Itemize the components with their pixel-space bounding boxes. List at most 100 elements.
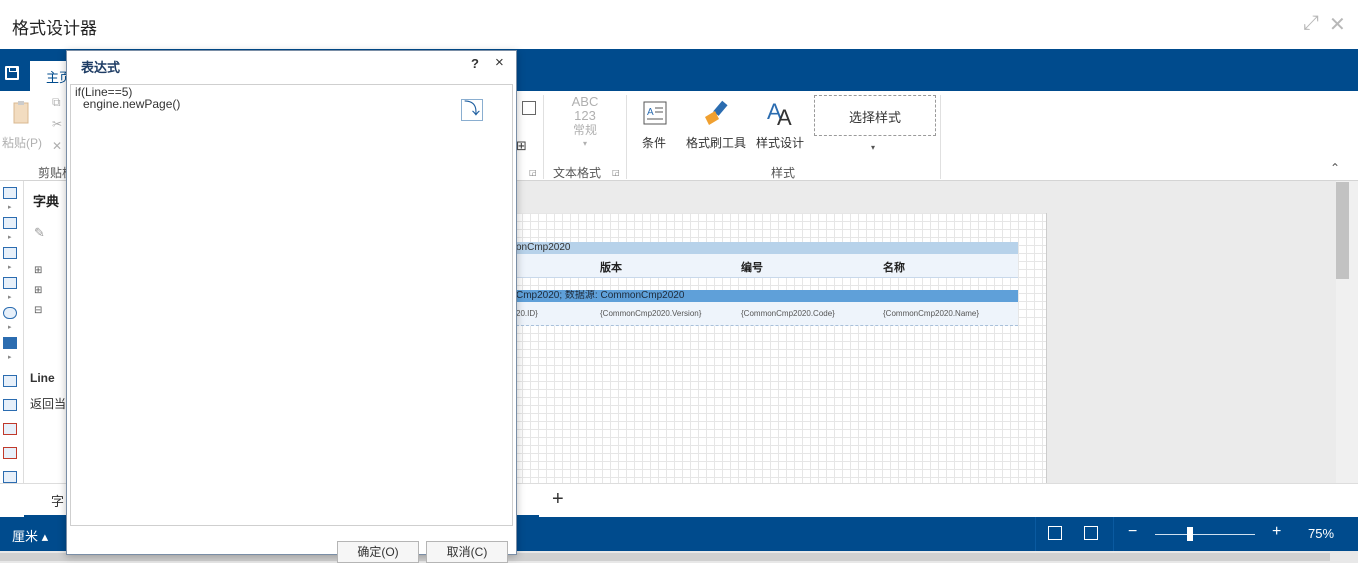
label-icon[interactable] bbox=[3, 447, 17, 459]
collapse-ribbon-icon[interactable]: ⌃ bbox=[1330, 161, 1340, 175]
status-divider bbox=[1035, 517, 1036, 551]
chevron-down-icon[interactable]: ▾ bbox=[871, 143, 875, 152]
paste-label: 粘贴(P) bbox=[2, 136, 42, 150]
ok-button[interactable]: 确定(O) bbox=[337, 541, 419, 563]
svg-text:A: A bbox=[647, 107, 654, 118]
style-design-icon: AA bbox=[767, 99, 792, 130]
group-divider bbox=[626, 95, 627, 179]
header-cell-name[interactable]: 名称 bbox=[883, 259, 905, 275]
group-divider bbox=[940, 95, 941, 179]
delete-icon[interactable]: ✕ bbox=[52, 139, 62, 153]
maximize-icon[interactable]: ⤢ bbox=[1303, 12, 1319, 35]
data-cell-code[interactable]: {CommonCmp2020.Code} bbox=[741, 309, 835, 318]
data-cell-version[interactable]: {CommonCmp2020.Version} bbox=[600, 309, 701, 318]
cancel-button[interactable]: 取消(C) bbox=[426, 541, 508, 563]
save-icon[interactable] bbox=[5, 66, 19, 80]
edit-icon[interactable]: ✎ bbox=[34, 225, 45, 241]
expand-arrow-icon[interactable]: ▸ bbox=[8, 233, 12, 241]
add-page-button[interactable]: + bbox=[552, 488, 564, 511]
paste-button[interactable]: 粘贴(P) bbox=[2, 99, 42, 151]
dictionary-item-name: Line bbox=[30, 371, 55, 385]
window-title: 格式设计器 bbox=[12, 19, 97, 38]
header-band[interactable]: 版本 编号 名称 bbox=[516, 254, 1018, 278]
expression-dialog: 表达式 ? × if(Line==5) engine.newPage() ⤵ 确… bbox=[66, 50, 517, 563]
scrollbar-thumb[interactable] bbox=[1336, 182, 1349, 279]
border-grid-icon[interactable]: ⊞ bbox=[516, 138, 527, 154]
richtext-icon[interactable] bbox=[3, 399, 17, 411]
expand-arrow-icon[interactable]: ▸ bbox=[8, 353, 12, 361]
close-icon[interactable]: ✕ bbox=[1329, 12, 1346, 37]
launcher-icon[interactable]: ◲ bbox=[612, 168, 620, 177]
dictionary-item-description: 返回当 bbox=[30, 397, 67, 411]
format-painter-button[interactable]: 格式刷工具 bbox=[684, 99, 748, 151]
textbox-icon[interactable] bbox=[3, 423, 17, 435]
preview-format: 常规 bbox=[572, 123, 597, 137]
tab-dictionary-label: 字 bbox=[51, 494, 65, 509]
copy-icon[interactable]: ⧉ bbox=[52, 95, 61, 110]
zoom-slider[interactable] bbox=[1155, 534, 1255, 535]
condition-label: 条件 bbox=[641, 136, 666, 150]
expand-node-icon[interactable]: ⊞ bbox=[34, 265, 42, 276]
zoom-in-button[interactable]: + bbox=[1272, 523, 1281, 541]
header-band-title[interactable]: onCmp2020 bbox=[516, 242, 1018, 254]
preview-123: 123 bbox=[574, 108, 596, 123]
shape-icon[interactable] bbox=[3, 307, 17, 319]
zoom-level: 75% bbox=[1308, 526, 1335, 541]
vertical-scrollbar[interactable] bbox=[1336, 181, 1358, 483]
data-band[interactable]: 20.ID} {CommonCmp2020.Version} {CommonCm… bbox=[516, 302, 1018, 326]
report-page[interactable]: onCmp2020 版本 编号 名称 Cmp2020; 数据源: CommonC… bbox=[516, 213, 1047, 483]
expand-arrow-icon[interactable]: ▸ bbox=[8, 203, 12, 211]
text-icon[interactable] bbox=[3, 375, 17, 387]
format-designer-window: 格式设计器 ⤢ ✕ 主页 粘贴(P) ⧉ ✂ ✕ 剪贴板 ⊞ ◲ ABC 123… bbox=[0, 0, 1358, 563]
table-icon[interactable] bbox=[3, 187, 17, 199]
left-toolbox: ▸ ▸ ▸ ▸ ▸ ▸ bbox=[0, 181, 24, 517]
select-style-dropdown[interactable]: 选择样式 bbox=[814, 95, 936, 136]
text-format-preview[interactable]: ABC 123 常规 ▾ bbox=[565, 95, 605, 151]
collapse-node-icon[interactable]: ⊟ bbox=[34, 305, 42, 316]
style-design-label: 样式设计 bbox=[755, 136, 804, 150]
expand-arrow-icon[interactable]: ▸ bbox=[8, 323, 12, 331]
condition-icon: A bbox=[643, 101, 667, 125]
data-band-title[interactable]: Cmp2020; 数据源: CommonCmp2020 bbox=[516, 290, 1018, 302]
launcher-icon[interactable]: ◲ bbox=[529, 168, 537, 177]
help-icon[interactable]: ? bbox=[471, 56, 479, 71]
paste-icon bbox=[13, 101, 29, 124]
panel-icon[interactable] bbox=[3, 471, 17, 483]
expand-arrow-icon[interactable]: ▸ bbox=[8, 293, 12, 301]
format-painter-icon bbox=[705, 100, 728, 125]
header-cell-code[interactable]: 编号 bbox=[741, 259, 763, 275]
page-width-icon[interactable] bbox=[1048, 526, 1062, 540]
status-divider bbox=[1113, 517, 1114, 551]
expand-node-icon[interactable]: ⊞ bbox=[34, 285, 42, 296]
border-box-icon[interactable] bbox=[522, 101, 536, 115]
zoom-out-button[interactable]: − bbox=[1128, 523, 1137, 541]
puzzle-icon[interactable] bbox=[3, 337, 17, 349]
cut-icon[interactable]: ✂ bbox=[52, 117, 62, 131]
crosstab-icon[interactable] bbox=[3, 247, 17, 259]
databand-icon[interactable] bbox=[3, 217, 17, 229]
style-group-label: 样式 bbox=[771, 166, 796, 180]
tab-home[interactable]: 主页 bbox=[30, 61, 70, 91]
barcode-icon[interactable] bbox=[3, 277, 17, 289]
format-painter-label: 格式刷工具 bbox=[685, 136, 746, 150]
chevron-down-icon[interactable]: ▾ bbox=[565, 137, 605, 151]
close-icon[interactable]: × bbox=[495, 54, 504, 71]
dictionary-title: 字典 bbox=[33, 194, 60, 209]
title-bar: 格式设计器 ⤢ ✕ bbox=[0, 0, 1358, 49]
whole-page-icon[interactable] bbox=[1084, 526, 1098, 540]
style-design-button[interactable]: AA 样式设计 bbox=[755, 97, 805, 151]
data-cell-name[interactable]: {CommonCmp2020.Name} bbox=[883, 309, 979, 318]
tab-page1[interactable] bbox=[517, 484, 539, 517]
select-style-label: 选择样式 bbox=[848, 110, 901, 125]
unit-selector[interactable]: 厘米 ▴ bbox=[12, 526, 48, 545]
insert-expression-icon[interactable]: ⤵ bbox=[461, 99, 483, 121]
condition-button[interactable]: A 条件 bbox=[636, 99, 672, 151]
header-cell-version[interactable]: 版本 bbox=[600, 259, 622, 275]
expand-arrow-icon[interactable]: ▸ bbox=[8, 263, 12, 271]
data-cell-id[interactable]: 20.ID} bbox=[516, 309, 538, 318]
svg-text:A: A bbox=[777, 105, 792, 127]
zoom-slider-knob[interactable] bbox=[1187, 527, 1193, 541]
report-canvas[interactable]: onCmp2020 版本 编号 名称 Cmp2020; 数据源: CommonC… bbox=[516, 181, 1336, 483]
dialog-title: 表达式 bbox=[81, 60, 121, 75]
expression-editor[interactable]: if(Line==5) engine.newPage() bbox=[70, 84, 513, 526]
